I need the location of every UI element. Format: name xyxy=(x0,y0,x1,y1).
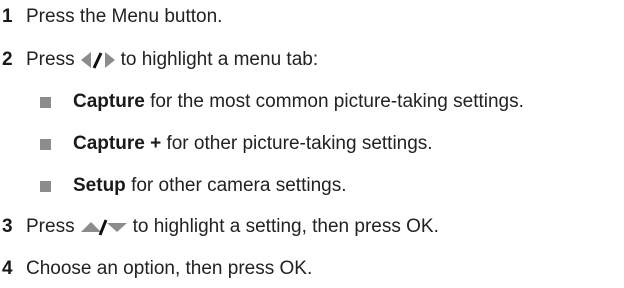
step-suffix: to highlight a setting, then press OK. xyxy=(132,216,439,237)
step-2: 2 Press to highlight a menu tab: xyxy=(2,45,318,75)
tab-bullet-capture-plus: Capture + for other picture-taking setti… xyxy=(40,129,433,159)
step-prefix: Press xyxy=(26,216,75,237)
step-1: 1 Press the Menu button. xyxy=(2,2,222,32)
tab-desc: for the most common picture-taking setti… xyxy=(150,91,524,112)
step-number: 4 xyxy=(2,258,13,279)
bullet-square xyxy=(40,138,51,150)
tab-bullet-capture: Capture for the most common picture-taki… xyxy=(40,87,524,117)
tab-desc: for other picture-taking settings. xyxy=(166,133,433,154)
tab-term: Setup xyxy=(73,175,126,196)
tab-bullet-setup: Setup for other camera settings. xyxy=(40,171,347,201)
up-down-arrow-icon xyxy=(80,219,127,236)
step-text: Choose an option, then press OK. xyxy=(26,258,313,279)
step-3: 3 Press to highlight a setting, then pre… xyxy=(2,212,439,242)
step-number: 1 xyxy=(2,6,13,27)
bullet-square xyxy=(40,96,51,108)
tab-term: Capture + xyxy=(73,133,162,154)
step-prefix: Press xyxy=(26,49,75,70)
bullet-square xyxy=(40,180,51,192)
step-4: 4 Choose an option, then press OK. xyxy=(2,254,312,284)
tab-desc: for other camera settings. xyxy=(131,175,347,196)
step-suffix: to highlight a menu tab: xyxy=(120,49,319,70)
tab-term: Capture xyxy=(73,91,145,112)
step-number: 2 xyxy=(2,49,13,70)
step-text: Press the Menu button. xyxy=(26,6,223,27)
step-number: 3 xyxy=(2,216,13,237)
left-right-arrow-icon xyxy=(80,52,115,69)
step-text: Press to highlight a menu tab: xyxy=(26,49,318,71)
step-text: Press to highlight a setting, then press… xyxy=(26,216,439,238)
